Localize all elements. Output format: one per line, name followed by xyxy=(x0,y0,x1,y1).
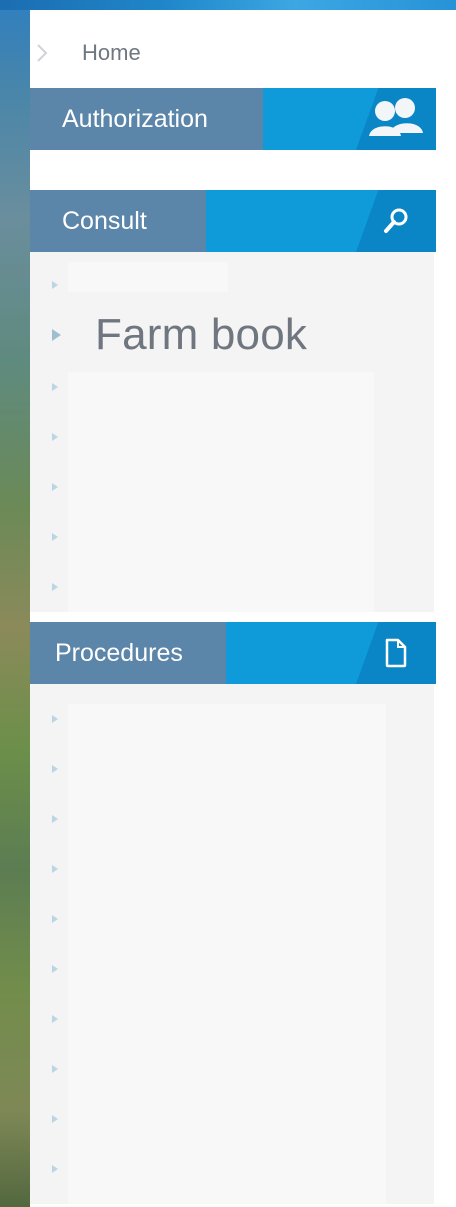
arrow-icon xyxy=(52,965,58,973)
arrow-icon xyxy=(52,815,58,823)
procedures-list xyxy=(30,684,434,1204)
list-item[interactable] xyxy=(30,1144,434,1194)
list-item[interactable] xyxy=(30,412,434,462)
list-item[interactable] xyxy=(30,462,434,512)
list-item[interactable] xyxy=(30,944,434,994)
list-item[interactable] xyxy=(30,994,434,1044)
arrow-icon xyxy=(52,281,58,289)
list-item[interactable] xyxy=(30,794,434,844)
search-icon xyxy=(368,190,424,252)
arrow-icon xyxy=(52,383,58,391)
list-item[interactable] xyxy=(30,1094,434,1144)
breadcrumb: Home xyxy=(30,38,141,68)
arrow-icon xyxy=(52,715,58,723)
consult-title: Consult xyxy=(30,190,206,252)
left-background-strip xyxy=(0,0,30,1207)
list-item[interactable] xyxy=(30,362,434,412)
arrow-icon xyxy=(52,583,58,591)
arrow-icon xyxy=(52,1115,58,1123)
arrow-icon xyxy=(52,483,58,491)
users-icon xyxy=(368,88,424,150)
arrow-icon xyxy=(52,533,58,541)
list-item[interactable] xyxy=(30,844,434,894)
list-item[interactable] xyxy=(30,744,434,794)
procedures-header[interactable]: Procedures xyxy=(30,622,436,684)
arrow-icon xyxy=(52,765,58,773)
chevron-right-icon xyxy=(34,43,50,63)
arrow-icon xyxy=(52,433,58,441)
list-item-farm-book[interactable]: Farm book xyxy=(30,310,434,360)
list-item[interactable] xyxy=(30,260,434,310)
arrow-icon xyxy=(52,865,58,873)
consult-list: Farm book xyxy=(30,252,434,612)
arrow-icon xyxy=(52,1015,58,1023)
breadcrumb-home-link[interactable]: Home xyxy=(82,40,141,66)
consult-header[interactable]: Consult xyxy=(30,190,436,252)
arrow-icon xyxy=(52,1065,58,1073)
list-item[interactable] xyxy=(30,694,434,744)
arrow-icon xyxy=(52,915,58,923)
procedures-title: Procedures xyxy=(30,622,226,684)
arrow-icon xyxy=(52,1165,58,1173)
authorization-header[interactable]: Authorization xyxy=(30,88,436,150)
top-accent-bar xyxy=(0,0,456,10)
arrow-icon xyxy=(52,329,61,341)
document-icon xyxy=(368,622,424,684)
authorization-title: Authorization xyxy=(30,88,263,150)
sidebar-panel: Home Authorization Consult Farm book Pro… xyxy=(30,10,456,1207)
list-item[interactable] xyxy=(30,562,434,612)
list-item[interactable] xyxy=(30,512,434,562)
list-item[interactable] xyxy=(30,894,434,944)
list-item[interactable] xyxy=(30,1044,434,1094)
